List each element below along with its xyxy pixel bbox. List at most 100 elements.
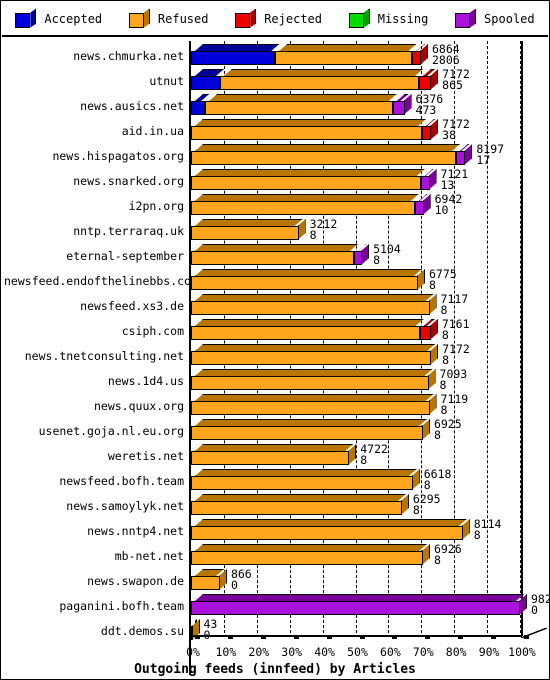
- bar-value-label: 6376 473: [415, 93, 444, 117]
- y-axis-label: news.samoylyk.net: [66, 499, 184, 513]
- bar-value-label: 6926 8: [434, 543, 462, 566]
- bar-value-label: 7161 8: [442, 318, 470, 341]
- x-axis-tick: [260, 635, 266, 639]
- bar-segment-accepted[interactable]: [191, 101, 206, 115]
- bar-segment-refused[interactable]: [191, 226, 299, 240]
- bar-row: nntp.terraraq.uk 3212 8: [2, 218, 548, 244]
- bar-value-secondary: 8: [423, 478, 431, 492]
- x-axis-tick: [458, 635, 464, 639]
- bar-segment-refused[interactable]: [191, 251, 354, 265]
- bar-segment-spooled[interactable]: [191, 601, 520, 615]
- bar-value-secondary: 8: [440, 403, 448, 417]
- y-axis-label: news.nntp4.net: [87, 524, 184, 538]
- bar-value-label: 6925 8: [433, 418, 462, 442]
- bar-segment-top-refused: [195, 494, 406, 501]
- chart-page: Accepted Refused Rejected Missing Spooled ne…: [0, 0, 550, 680]
- bar-segment-refused[interactable]: [191, 176, 421, 190]
- bar-segment-refused[interactable]: [191, 351, 432, 365]
- bar-row: i2pn.org 6942 10: [2, 193, 548, 219]
- bar-value-label: 6618 8: [423, 468, 452, 492]
- bar-segment-refused[interactable]: [191, 426, 423, 440]
- y-axis-label: newsfeed.bofh.team: [59, 474, 184, 488]
- bar-value-label: 430: [203, 618, 217, 641]
- bar-segment-spooled[interactable]: [392, 101, 405, 115]
- bar-segment-spooled[interactable]: [420, 176, 430, 190]
- bar-segment-refused[interactable]: [219, 76, 419, 90]
- bar-row: newsfeed.bofh.team 6618 8: [2, 468, 548, 494]
- bar-segment-top-refused: [195, 294, 434, 301]
- bar-value-label: 98220: [531, 593, 549, 616]
- bar-value-secondary: 8: [440, 303, 448, 317]
- bar-segment-top-refused: [279, 44, 416, 51]
- bar-segment-refused[interactable]: [191, 301, 430, 315]
- bar-segment-refused[interactable]: [191, 476, 413, 490]
- bar-value-label: 7117 8: [440, 293, 469, 317]
- bar-segment-refused[interactable]: [191, 526, 463, 540]
- bar-row: usenet.goja.nl.eu.org 6925 8: [2, 418, 548, 444]
- bar-segment-top-refused: [195, 319, 424, 326]
- y-axis-label: news.quux.org: [93, 399, 184, 413]
- cube-icon: [235, 8, 257, 29]
- bar-segment-refused[interactable]: [191, 276, 418, 290]
- bar-segment-refused[interactable]: [191, 126, 422, 140]
- bar-row: news.1d4.us 7093 8: [2, 368, 548, 394]
- bar-value-secondary: 0: [230, 578, 238, 592]
- bar-value-secondary: 473: [415, 103, 437, 117]
- bar-value-label: 3212 8: [310, 218, 338, 241]
- x-axis-tick: [326, 635, 332, 639]
- bar-segment-rejected[interactable]: [418, 76, 432, 90]
- bar-row: news.chmurka.net 6864 2806: [2, 43, 548, 69]
- bar-segment-spooled[interactable]: [353, 251, 363, 265]
- bar-segment-top-refused: [195, 169, 425, 176]
- bar-segment-spooled[interactable]: [414, 201, 424, 215]
- bar-row: mb-net.net 6926 8: [2, 543, 548, 569]
- bar-segment-rejected[interactable]: [419, 326, 431, 340]
- bar-value-label: 5104 8: [373, 243, 401, 266]
- bar-segment-top-refused: [195, 469, 417, 476]
- bar-segment-rejected[interactable]: [412, 51, 421, 65]
- bar-value-label: 8114 8: [474, 518, 502, 541]
- bar-segment-refused[interactable]: [205, 101, 393, 115]
- y-axis-label: ddt.demos.su: [100, 624, 184, 638]
- bar-segment-refused[interactable]: [191, 451, 350, 465]
- bar-value-label: 6295 8: [413, 493, 441, 516]
- bar-segment-refused[interactable]: [191, 376, 429, 390]
- bar-segment-top-refused: [195, 419, 427, 426]
- x-axis-tick: [293, 635, 299, 639]
- y-axis-label: weretis.net: [107, 449, 184, 463]
- bar-row: paganini.bofh.team 98220: [2, 593, 549, 619]
- bar-segment-top-refused: [224, 69, 423, 76]
- bar-value-label: 7119 8: [440, 393, 469, 417]
- plot-area: news.chmurka.net 6864 2806 utnut 7172 865 news…: [2, 38, 549, 679]
- legend-item-accepted: Accepted: [15, 8, 102, 29]
- bar-segment-top-refused: [195, 369, 433, 376]
- bar-segment-top-accepted: [195, 69, 224, 76]
- bar-segment-refused[interactable]: [191, 326, 420, 340]
- bar-row: news.swapon.de 866 0: [2, 568, 548, 594]
- bar-segment-accepted[interactable]: [191, 51, 276, 65]
- legend-item-rejected: Rejected: [235, 8, 322, 29]
- bar-segment-top-refused: [195, 544, 427, 551]
- y-axis-label: news.tnetconsulting.net: [24, 349, 184, 363]
- y-axis-label: news.1d4.us: [107, 374, 184, 388]
- bar-segment-refused[interactable]: [191, 551, 423, 565]
- bar-value-secondary: 8: [439, 378, 447, 392]
- bar-value-label: 4722 8: [360, 443, 388, 466]
- bar-segment-accepted[interactable]: [191, 76, 220, 90]
- bar-segment-refused[interactable]: [191, 401, 430, 415]
- bar-value-secondary: 8: [433, 428, 441, 442]
- bar-row: news.nntp4.net 8114 8: [2, 518, 548, 544]
- bar-segment-top-spooled: [195, 594, 524, 601]
- legend-label: Missing: [377, 11, 429, 26]
- bar-segment-refused[interactable]: [191, 576, 220, 590]
- bar-segment-refused[interactable]: [275, 51, 413, 65]
- bar-row: news.hispagatos.org 8197 17: [2, 143, 548, 169]
- bar-segment-spooled[interactable]: [455, 151, 466, 165]
- bar-value-secondary: 10: [434, 203, 449, 217]
- bar-segment-refused[interactable]: [191, 151, 456, 165]
- bar-segment-refused[interactable]: [191, 201, 415, 215]
- y-axis-label: news.snarked.org: [73, 174, 184, 188]
- bar-segment-refused[interactable]: [191, 501, 402, 515]
- bar-segment-top-refused: [195, 219, 303, 226]
- bar-segment-rejected[interactable]: [421, 126, 432, 140]
